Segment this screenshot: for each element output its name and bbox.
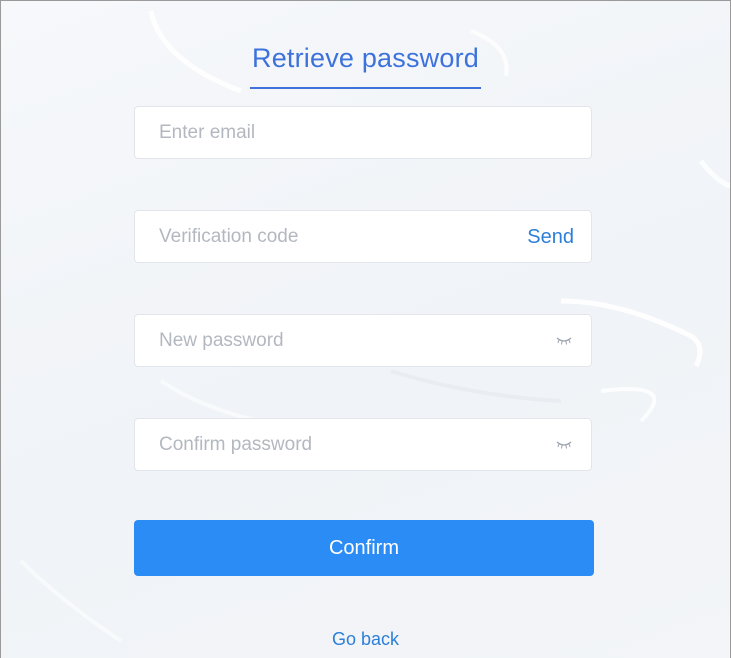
new-password-field-container [134,314,592,367]
page-title: Retrieve password [250,43,481,89]
new-password-input[interactable] [135,315,591,366]
eye-closed-icon[interactable] [556,439,572,451]
email-field-container [134,106,592,159]
eye-closed-icon[interactable] [556,335,572,347]
title-wrapper: Retrieve password [1,43,730,89]
verification-code-input[interactable] [135,211,591,262]
verification-field-container: Send [134,210,592,263]
email-input[interactable] [135,107,591,158]
confirm-button[interactable]: Confirm [134,520,594,576]
confirm-password-input[interactable] [135,419,591,470]
confirm-password-field-container [134,418,592,471]
go-back-link[interactable]: Go back [1,629,730,650]
send-code-button[interactable]: Send [527,226,574,249]
retrieve-password-panel: Retrieve password Send Confirm Go back [0,0,731,658]
